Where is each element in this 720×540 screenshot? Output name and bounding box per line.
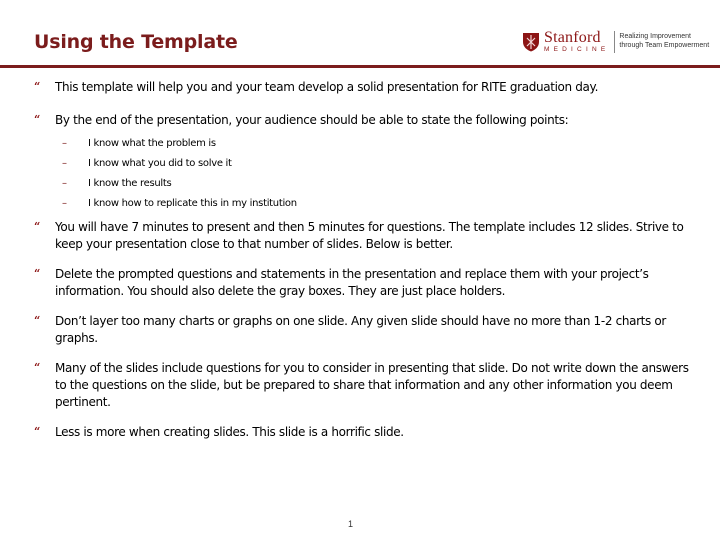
dash-icon: – <box>62 138 67 149</box>
dash-icon: – <box>62 158 67 169</box>
bullet-quote-icon: “ <box>34 80 40 93</box>
dash-icon: – <box>62 198 67 209</box>
bullet-item: “ You will have 7 minutes to present and… <box>34 219 694 253</box>
sub-item-text: I know how to replicate this in my insti… <box>88 198 297 209</box>
sub-item-text: I know what the problem is <box>88 138 216 149</box>
logo-tagline: Realizing Improvement through Team Empow… <box>619 33 709 51</box>
sub-item-text: I know what you did to solve it <box>88 158 232 169</box>
page-title: Using the Template <box>34 31 238 53</box>
bullet-text: Less is more when creating slides. This … <box>55 425 404 439</box>
dash-icon: – <box>62 178 67 189</box>
bullet-item: “ This template will help you and your t… <box>34 79 694 96</box>
bullet-item: “ Less is more when creating slides. Thi… <box>34 424 694 441</box>
bullet-text: Delete the prompted questions and statem… <box>55 267 649 298</box>
bullet-quote-icon: “ <box>34 314 40 327</box>
stanford-medicine-logo: Stanford MEDICINE Realizing Improvement … <box>522 28 709 56</box>
bullet-quote-icon: “ <box>34 220 40 233</box>
tagline-line-2: through Team Empowerment <box>619 42 710 49</box>
bullet-quote-icon: “ <box>34 267 40 280</box>
title-underline <box>0 65 720 68</box>
sub-item: – I know the results <box>34 174 694 194</box>
sub-item: – I know how to replicate this in my ins… <box>34 194 694 214</box>
bullet-text: You will have 7 minutes to present and t… <box>55 220 684 251</box>
sub-list: – I know what the problem is – I know wh… <box>34 134 694 214</box>
bullet-quote-icon: “ <box>34 425 40 438</box>
logo-wordmark: Stanford MEDICINE <box>544 30 609 54</box>
sub-item-text: I know the results <box>88 178 172 189</box>
logo-stanford-text: Stanford <box>544 29 601 47</box>
bullet-item: “ Many of the slides include questions f… <box>34 360 694 411</box>
bullet-text: Don’t layer too many charts or graphs on… <box>55 314 666 345</box>
page-number: 1 <box>348 519 354 529</box>
sub-item: – I know what the problem is <box>34 134 694 154</box>
bullet-list: “ This template will help you and your t… <box>34 79 694 441</box>
bullet-text: By the end of the presentation, your aud… <box>55 113 569 127</box>
tagline-line-1: Realizing Improvement <box>619 33 691 41</box>
bullet-item: “ By the end of the presentation, your a… <box>34 112 694 129</box>
bullet-text: This template will help you and your tea… <box>55 80 599 94</box>
bullet-quote-icon: “ <box>34 113 40 126</box>
logo-divider <box>614 31 616 53</box>
bullet-text: Many of the slides include questions for… <box>55 361 689 409</box>
bullet-item: “ Don’t layer too many charts or graphs … <box>34 313 694 347</box>
bullet-item: “ Delete the prompted questions and stat… <box>34 266 694 300</box>
sub-item: – I know what you did to solve it <box>34 154 694 174</box>
logo-medicine-text: MEDICINE <box>544 46 610 54</box>
bullet-quote-icon: “ <box>34 361 40 374</box>
stanford-shield-icon <box>523 33 539 52</box>
